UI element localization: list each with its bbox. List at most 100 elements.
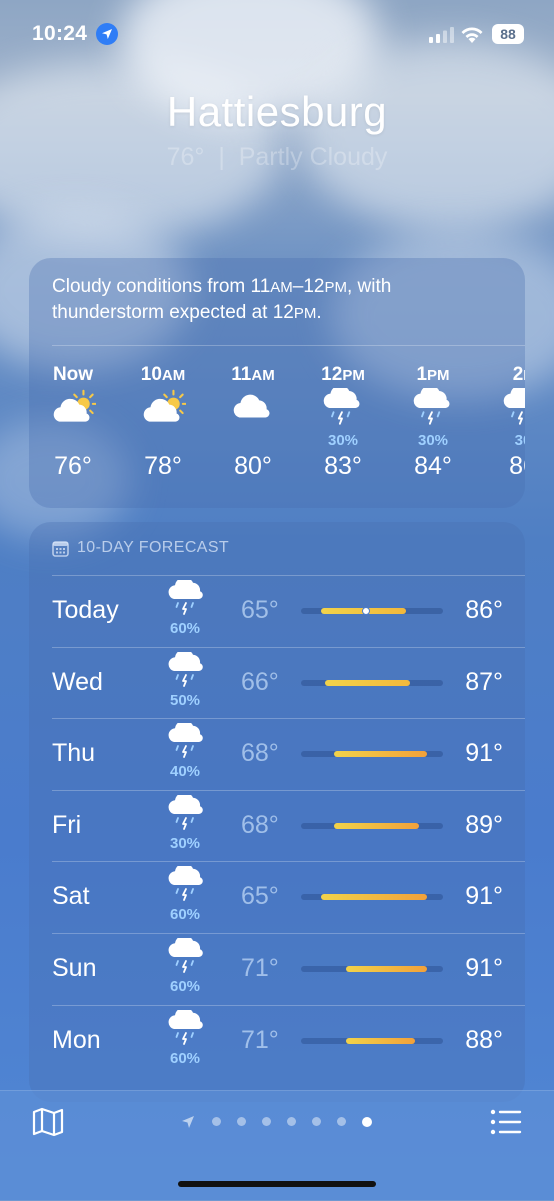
hour-precip: 30% bbox=[417, 432, 449, 449]
page-dot[interactable] bbox=[237, 1117, 246, 1126]
day-label: Sun bbox=[52, 954, 97, 982]
hourly-summary: Cloudy conditions from 11AM–12PM, with t… bbox=[52, 274, 492, 326]
day-low: 65° bbox=[241, 882, 279, 911]
summary-text: –12 bbox=[292, 276, 325, 297]
ten-day-forecast-card[interactable]: 10-DAY FORECAST Today 60% 65° 86° Wed 50% 66° 8… bbox=[29, 522, 525, 1102]
thunderstorm-icon bbox=[413, 385, 450, 425]
thunderstorm-icon bbox=[168, 791, 203, 830]
forecast-header: 10-DAY FORECAST bbox=[52, 539, 229, 557]
hour-icon-wrap bbox=[123, 388, 203, 440]
forecast-row[interactable]: Thu 40% 68° 91° bbox=[29, 719, 525, 790]
partly-sunny-icon bbox=[53, 389, 98, 422]
thunderstorm-icon bbox=[168, 863, 203, 902]
hour-item: 2P 30 86 bbox=[483, 364, 525, 481]
day-precip: 40% bbox=[169, 763, 201, 781]
forecast-row[interactable]: Wed 50% 66° 87° bbox=[29, 648, 525, 719]
page-dot[interactable] bbox=[362, 1117, 372, 1127]
forecast-row[interactable]: Sat 60% 65° 91° bbox=[29, 862, 525, 933]
hour-icon-wrap bbox=[33, 388, 113, 440]
location-arrow-icon[interactable] bbox=[181, 1115, 195, 1129]
hour-temp: 78° bbox=[144, 452, 182, 480]
forecast-row[interactable]: Fri 30% 68° 89° bbox=[29, 791, 525, 862]
day-high: 91° bbox=[465, 739, 503, 768]
day-precip: 50% bbox=[169, 691, 201, 709]
hour-label: 2P bbox=[512, 364, 525, 385]
hour-precip: 30% bbox=[327, 432, 359, 449]
thunderstorm-icon bbox=[168, 1006, 203, 1045]
day-icon-wrap bbox=[165, 720, 209, 763]
battery-indicator: 88 bbox=[492, 24, 524, 44]
day-low: 71° bbox=[241, 954, 279, 982]
day-icon-wrap bbox=[165, 935, 209, 978]
temp-range-bar bbox=[301, 1037, 443, 1044]
forecast-row[interactable]: Today 60% 65° 86° bbox=[29, 576, 525, 647]
status-time: 10:24 bbox=[32, 22, 88, 45]
temp-range-fill bbox=[321, 894, 427, 901]
wifi-icon bbox=[461, 27, 483, 43]
page-dot[interactable] bbox=[337, 1117, 346, 1126]
thunderstorm-icon bbox=[168, 935, 203, 973]
hour-icon-wrap: 30% bbox=[393, 385, 473, 449]
day-label: Today bbox=[52, 596, 119, 624]
hour-temp: 83° bbox=[324, 452, 362, 480]
forecast-row[interactable]: Mon 60% 71° 88° bbox=[29, 1006, 525, 1077]
day-high: 89° bbox=[465, 810, 503, 839]
day-icon-wrap bbox=[165, 577, 209, 620]
day-precip: 60% bbox=[169, 978, 201, 995]
list-icon[interactable] bbox=[490, 1109, 522, 1135]
map-icon[interactable] bbox=[32, 1107, 64, 1137]
day-low: 66° bbox=[241, 667, 279, 696]
temp-range-bar bbox=[301, 607, 443, 615]
thunderstorm-icon bbox=[168, 648, 203, 687]
day-precip: 60% bbox=[169, 620, 201, 637]
hour-label: 1PM bbox=[416, 364, 450, 385]
hour-label: Now bbox=[52, 364, 94, 385]
temp-range-fill bbox=[333, 751, 427, 758]
day-icon-wrap bbox=[165, 1006, 209, 1050]
temp-range-bar bbox=[301, 751, 443, 758]
hour-temp: 84° bbox=[414, 452, 452, 480]
hour-temp: 80° bbox=[234, 452, 272, 480]
summary-text: . bbox=[316, 302, 322, 323]
forecast-row[interactable]: Sun 60% 71° 91° bbox=[29, 934, 525, 1005]
day-label: Mon bbox=[52, 1025, 101, 1054]
day-label: Fri bbox=[52, 810, 82, 839]
day-icon-wrap bbox=[165, 648, 209, 692]
page-dot[interactable] bbox=[262, 1117, 271, 1126]
thunderstorm-icon bbox=[168, 720, 203, 759]
page-dot[interactable] bbox=[287, 1117, 296, 1126]
hour-item: 1PM 30% 84° bbox=[393, 364, 473, 481]
summary-ampm: AM bbox=[270, 279, 293, 296]
day-icon-wrap bbox=[165, 791, 209, 835]
day-low: 65° bbox=[241, 596, 279, 624]
day-high: 91° bbox=[465, 954, 503, 982]
temp-range-fill bbox=[325, 679, 411, 686]
current-temperature: 76° bbox=[166, 143, 205, 171]
home-indicator[interactable] bbox=[178, 1181, 376, 1187]
day-high: 86° bbox=[465, 596, 503, 624]
location-services-icon bbox=[96, 23, 118, 45]
page-dot[interactable] bbox=[212, 1117, 221, 1126]
hour-item: 11AM 80° bbox=[213, 364, 293, 481]
day-icon-wrap bbox=[165, 863, 209, 906]
current-condition: Partly Cloudy bbox=[238, 143, 388, 171]
hour-icon-wrap: 30 bbox=[483, 385, 525, 449]
status-bar: 10:24 88 bbox=[0, 0, 554, 70]
hour-icon-wrap bbox=[213, 388, 293, 440]
day-low: 68° bbox=[241, 739, 279, 768]
day-precip: 60% bbox=[169, 906, 201, 924]
page-dot[interactable] bbox=[312, 1117, 321, 1126]
hour-temp: 76° bbox=[54, 452, 92, 480]
hour-label: 10AM bbox=[140, 364, 186, 385]
hourly-forecast-card[interactable]: Cloudy conditions from 11AM–12PM, with t… bbox=[29, 258, 525, 508]
temp-range-fill bbox=[345, 1037, 415, 1044]
hour-temp: 86 bbox=[509, 452, 525, 480]
hour-label: 11AM bbox=[231, 364, 275, 385]
temp-range-bar bbox=[301, 679, 443, 686]
city-name: Hattiesburg bbox=[166, 88, 388, 135]
day-label: Sat bbox=[52, 882, 90, 911]
thunderstorm-icon bbox=[168, 577, 203, 615]
current-conditions: 76° | Partly Cloudy bbox=[0, 143, 554, 172]
day-precip: 60% bbox=[169, 1049, 201, 1067]
summary-text: Cloudy conditions from 11 bbox=[52, 276, 271, 297]
